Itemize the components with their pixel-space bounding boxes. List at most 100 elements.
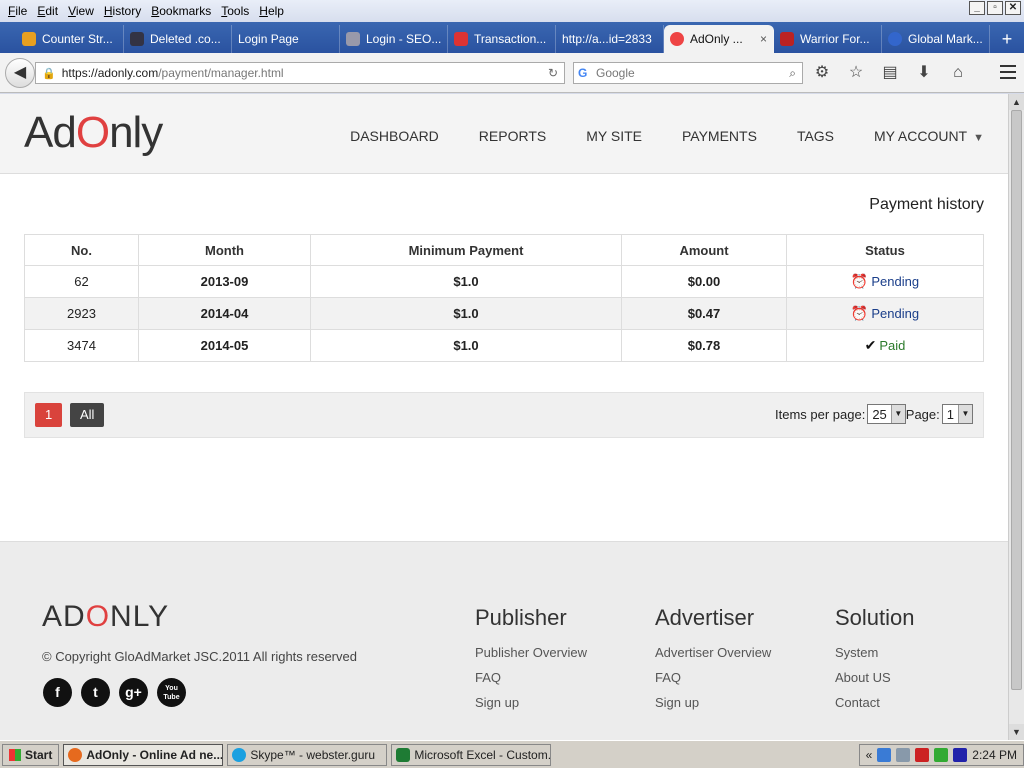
close-window-icon[interactable]: ✕: [1005, 1, 1021, 15]
twitter-icon[interactable]: t: [81, 678, 110, 707]
nav-payments[interactable]: PAYMENTS: [682, 128, 757, 144]
menu-tools[interactable]: Tools: [216, 4, 254, 18]
nav-dashboard[interactable]: DASHBOARD: [350, 128, 439, 144]
bookmark-star-icon[interactable]: ☆: [846, 63, 866, 83]
tab-login-page[interactable]: Login Page: [232, 25, 340, 53]
footer-link[interactable]: Advertiser Overview: [655, 645, 771, 660]
url-bar[interactable]: 🔒 https://adonly.com/payment/manager.htm…: [35, 62, 565, 84]
hamburger-menu-icon[interactable]: [1000, 65, 1016, 83]
footer-link[interactable]: Publisher Overview: [475, 645, 587, 660]
minimize-icon[interactable]: _: [969, 1, 985, 15]
logo-o: O: [85, 600, 111, 633]
tray-expand-icon[interactable]: «: [866, 748, 873, 762]
table-row: 2923 2014-04 $1.0 $0.47 ⏰ Pending: [24, 297, 984, 330]
cell-no: 62: [24, 265, 139, 298]
tab-counter-strike[interactable]: Counter Str...: [16, 25, 124, 53]
back-button[interactable]: ◀: [5, 58, 35, 88]
addon-icon[interactable]: ⚙: [812, 63, 832, 83]
column-header: Minimum Payment: [310, 234, 622, 266]
tab-http-id[interactable]: http://a...id=2833: [556, 25, 664, 53]
facebook-icon[interactable]: f: [43, 678, 72, 707]
column-header: Month: [138, 234, 311, 266]
footer-link[interactable]: FAQ: [655, 670, 771, 685]
restore-icon[interactable]: ▫: [987, 1, 1003, 15]
tab-favicon-icon: [670, 32, 684, 46]
tab-login-seo[interactable]: Login - SEO...: [340, 25, 448, 53]
tab-adonly[interactable]: AdOnly ... ×: [664, 25, 774, 53]
tray-shield-icon[interactable]: [915, 747, 930, 762]
tab-favicon-icon: [780, 32, 794, 46]
page-select[interactable]: 1 ▼: [941, 404, 973, 424]
footer-link[interactable]: System: [835, 645, 915, 660]
tab-transaction[interactable]: Transaction...: [448, 25, 556, 53]
menu-file[interactable]: File: [3, 4, 32, 18]
footer-link[interactable]: About US: [835, 670, 915, 685]
cell-min-payment: $1.0: [310, 297, 622, 330]
task-excel[interactable]: Microsoft Excel - Custom...: [391, 743, 552, 766]
items-per-page-select[interactable]: 25 ▼: [867, 404, 906, 424]
caret-down-icon: ▼: [973, 132, 984, 144]
task-skype[interactable]: Skype™ - webster.guru: [227, 743, 388, 766]
google-icon: G: [578, 66, 588, 80]
menu-history[interactable]: History: [99, 4, 146, 18]
download-icon[interactable]: ⬇: [914, 63, 934, 83]
youtube-icon[interactable]: You Tube: [157, 678, 186, 707]
scroll-thumb[interactable]: [1011, 110, 1022, 690]
cell-amount: $0.78: [621, 329, 787, 362]
nav-tags[interactable]: TAGS: [797, 128, 834, 144]
reading-list-icon[interactable]: ▤: [880, 63, 900, 83]
excel-icon: [396, 747, 411, 762]
footer-link[interactable]: FAQ: [475, 670, 587, 685]
home-icon[interactable]: ⌂: [948, 63, 968, 83]
search-icon[interactable]: ⌕: [789, 66, 796, 81]
footer-link[interactable]: Sign up: [655, 695, 771, 710]
tray-app-icon[interactable]: [896, 747, 911, 762]
page-title: Payment history: [869, 196, 984, 213]
menu-help[interactable]: Help: [254, 4, 289, 18]
table-row: 3474 2014-05 $1.0 $0.78 ✔ Paid: [24, 329, 984, 362]
url-path: /payment/manager.html: [158, 66, 284, 80]
logo-part: Ad: [24, 108, 77, 157]
tab-deleted[interactable]: Deleted .co...: [124, 25, 232, 53]
menu-bookmarks[interactable]: Bookmarks: [146, 4, 216, 18]
start-button[interactable]: Start: [2, 743, 60, 766]
cell-amount: $0.47: [621, 297, 787, 330]
google-plus-icon[interactable]: g+: [119, 678, 148, 707]
task-firefox[interactable]: AdOnly - Online Ad ne...: [63, 743, 224, 766]
cell-month: 2013-09: [138, 265, 311, 298]
menu-edit[interactable]: Edit: [32, 4, 63, 18]
search-bar[interactable]: G Google ⌕: [573, 62, 803, 84]
close-tab-icon[interactable]: ×: [760, 32, 767, 46]
scroll-down-icon[interactable]: ▼: [1009, 724, 1024, 740]
footer-link[interactable]: Contact: [835, 695, 915, 710]
scroll-up-icon[interactable]: ▲: [1009, 94, 1024, 110]
tab-global-market[interactable]: Global Mark...: [882, 25, 990, 53]
tray-network-icon[interactable]: [877, 747, 892, 762]
nav-my-account[interactable]: MY ACCOUNT ▼: [874, 128, 984, 144]
tab-warrior-forum[interactable]: Warrior For...: [774, 25, 882, 53]
menu-view[interactable]: View: [63, 4, 99, 18]
window-controls: _ ▫ ✕: [969, 1, 1021, 15]
vertical-scrollbar[interactable]: ▲ ▼: [1008, 94, 1024, 740]
page-1-button[interactable]: 1: [35, 403, 63, 427]
cell-status: ⏰ Pending: [786, 265, 984, 298]
show-all-button[interactable]: All: [70, 403, 105, 427]
logo-part: nly: [109, 108, 163, 157]
tab-label: AdOnly ...: [690, 32, 743, 46]
reload-icon[interactable]: ↻: [548, 66, 558, 80]
nav-reports[interactable]: REPORTS: [479, 128, 546, 144]
logo-o: O: [75, 108, 110, 157]
start-label: Start: [25, 747, 53, 762]
tray-security-icon[interactable]: [934, 747, 949, 762]
new-tab-button[interactable]: +: [994, 27, 1020, 53]
adonly-logo[interactable]: AdOnly: [24, 108, 163, 158]
select-value: 1: [946, 406, 954, 422]
task-label: AdOnly - Online Ad ne...: [86, 747, 224, 762]
tray-monitor-icon[interactable]: [953, 747, 968, 762]
nav-my-site[interactable]: MY SITE: [586, 128, 642, 144]
footer-column-title: Advertiser: [655, 605, 755, 630]
site-footer: ADONLY © Copyright GloAdMarket JSC.2011 …: [0, 541, 1008, 740]
site-header: AdOnly DASHBOARD REPORTS MY SITE PAYMENT…: [0, 94, 1008, 174]
skype-icon: [232, 747, 247, 762]
footer-link[interactable]: Sign up: [475, 695, 587, 710]
